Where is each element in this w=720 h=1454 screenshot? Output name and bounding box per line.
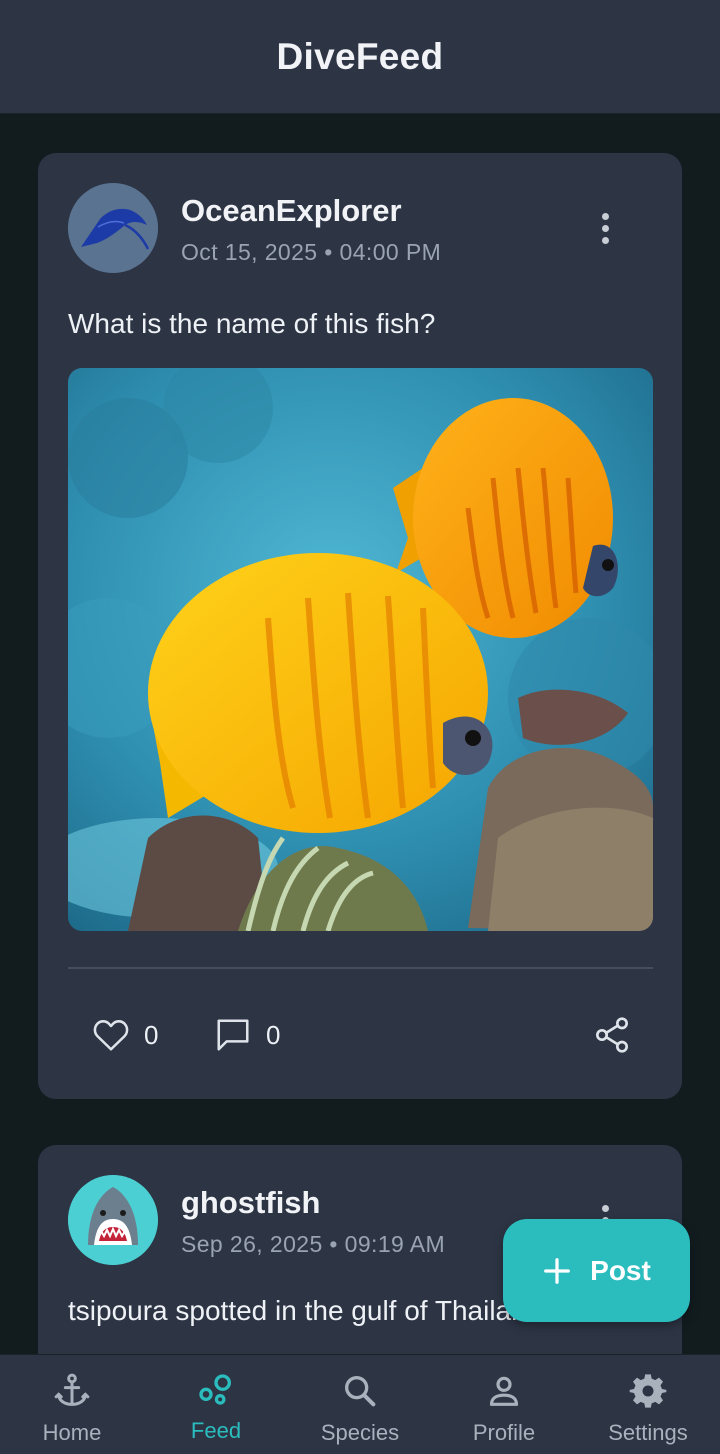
post-username[interactable]: ghostfish	[181, 1185, 321, 1221]
app-bar: DiveFeed	[0, 0, 720, 114]
bottom-nav: Home Feed Species Profile Settings	[0, 1354, 720, 1454]
nav-label: Profile	[472, 1420, 536, 1445]
nav-item-profile[interactable]: Profile	[432, 1355, 576, 1454]
new-post-button[interactable]: Post	[503, 1219, 690, 1322]
new-post-label: Post	[590, 1254, 651, 1286]
nav-label: Home	[42, 1420, 102, 1445]
search-icon	[345, 1376, 376, 1407]
nav-item-settings[interactable]: Settings	[576, 1355, 720, 1454]
comment-icon	[217, 1019, 249, 1051]
fish-photo	[68, 368, 653, 931]
heart-icon	[93, 1020, 129, 1051]
post-text: What is the name of this fish?	[68, 308, 436, 339]
nav-label: Settings	[608, 1420, 688, 1445]
nav-label: Feed	[190, 1418, 242, 1443]
gear-icon	[629, 1374, 667, 1408]
nav-item-species[interactable]: Species	[288, 1355, 432, 1454]
share-button[interactable]	[592, 1015, 632, 1055]
like-count: 0	[144, 1019, 159, 1050]
nav-item-feed[interactable]: Feed	[144, 1355, 288, 1454]
post-text: tsipoura spotted in the gulf of Thailand…	[68, 1295, 558, 1326]
person-icon	[489, 1376, 519, 1406]
nav-label: Species	[320, 1420, 400, 1445]
post-card: OceanExplorer Oct 15, 2025 • 04:00 PM Wh…	[38, 153, 682, 1099]
post-timestamp: Sep 26, 2025 • 09:19 AM	[181, 1231, 446, 1257]
manta-ray-icon	[68, 183, 158, 273]
app-title: DiveFeed	[276, 35, 444, 77]
post-username[interactable]: OceanExplorer	[181, 193, 402, 229]
divider	[68, 967, 653, 969]
comment-button[interactable]: 0	[214, 1015, 280, 1055]
more-vert-icon	[601, 1204, 609, 1212]
shark-icon	[68, 1175, 158, 1265]
comment-count: 0	[266, 1019, 281, 1050]
share-icon	[596, 1017, 628, 1053]
more-vert-icon	[601, 212, 609, 220]
more-options-button[interactable]	[590, 206, 620, 250]
plus-icon	[544, 1257, 571, 1284]
post-image[interactable]	[68, 368, 653, 931]
avatar[interactable]	[68, 1175, 158, 1265]
anchor-icon	[54, 1373, 90, 1406]
post-timestamp: Oct 15, 2025 • 04:00 PM	[181, 239, 442, 265]
like-button[interactable]: 0	[92, 1015, 158, 1055]
nav-item-home[interactable]: Home	[0, 1355, 144, 1454]
avatar[interactable]	[68, 183, 158, 273]
bubbles-icon	[199, 1374, 231, 1405]
